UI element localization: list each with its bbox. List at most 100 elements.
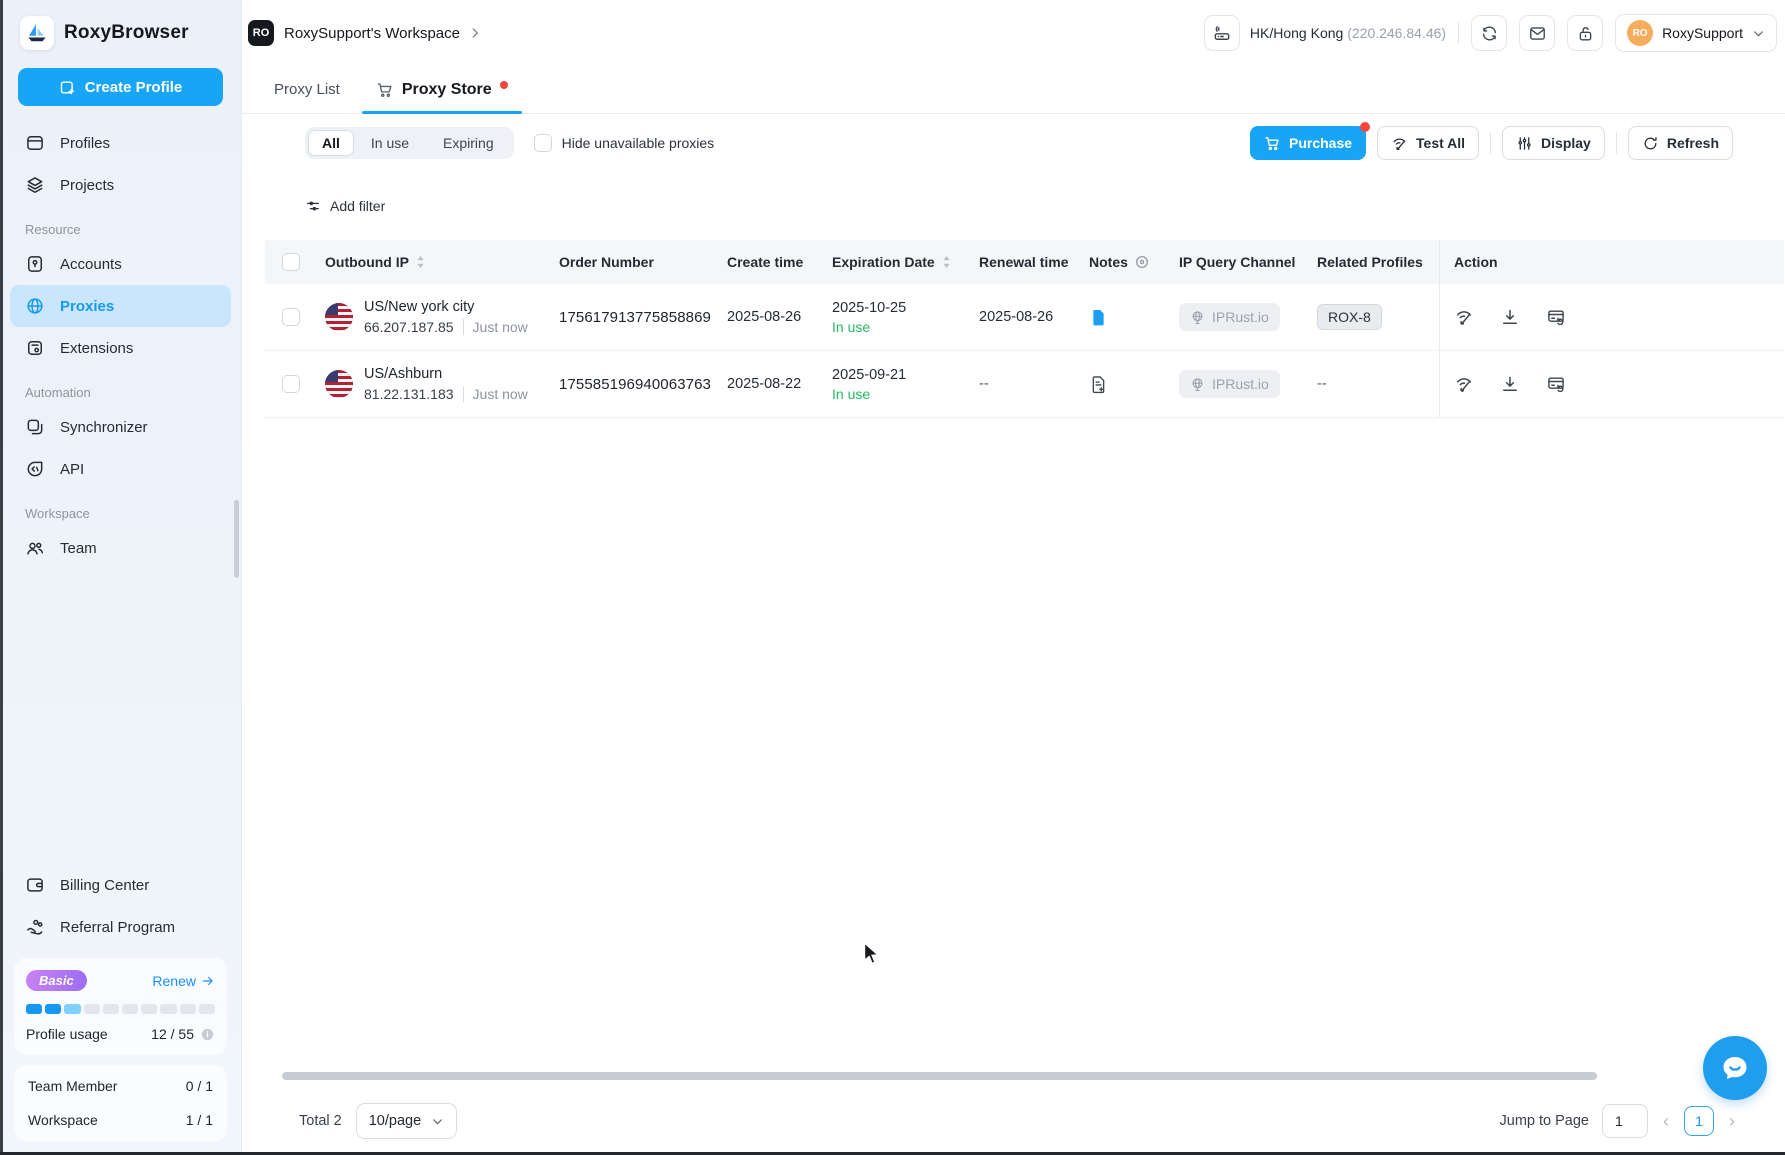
col-renewal-time: Renewal time xyxy=(979,254,1089,270)
renew-link[interactable]: Renew xyxy=(152,973,215,989)
proxy-table: Outbound IP Order Number Create time Exp… xyxy=(265,240,1784,418)
lock-button[interactable] xyxy=(1567,15,1603,51)
prev-page-chevron[interactable]: ‹ xyxy=(1661,1111,1671,1132)
segment-in-use[interactable]: In use xyxy=(354,130,426,156)
ip-query-channel-pill[interactable]: IPRust.io xyxy=(1179,303,1280,331)
proxy-latency: Just now xyxy=(463,319,528,335)
table-row[interactable]: US/Ashburn 81.22.131.183 Just now 175585… xyxy=(265,351,1784,418)
hide-unavailable-checkbox[interactable] xyxy=(534,134,552,152)
sort-icon[interactable] xyxy=(415,255,426,269)
note-filled-icon[interactable] xyxy=(1089,308,1108,327)
sidebar-item-synchronizer[interactable]: Synchronizer xyxy=(10,406,231,448)
network-router-button[interactable] xyxy=(1204,15,1240,51)
note-add-icon[interactable] xyxy=(1089,375,1108,394)
test-all-button[interactable]: Test All xyxy=(1377,126,1479,160)
col-expiration-date[interactable]: Expiration Date xyxy=(832,254,979,270)
test-speed-action-icon[interactable] xyxy=(1454,307,1474,327)
page-size-select[interactable]: 10/page xyxy=(356,1103,457,1139)
sidebar-item-accounts[interactable]: Accounts xyxy=(10,243,231,285)
mail-button[interactable] xyxy=(1519,15,1555,51)
sidebar-item-team[interactable]: Team xyxy=(10,527,231,569)
next-page-chevron[interactable]: › xyxy=(1727,1111,1737,1132)
divider xyxy=(1616,132,1617,154)
eye-toggle-icon[interactable] xyxy=(1134,254,1150,270)
proxy-location: US/New york city xyxy=(364,299,528,315)
info-icon xyxy=(200,1027,215,1042)
projects-icon xyxy=(25,175,45,195)
sidebar-item-profiles[interactable]: Profiles xyxy=(10,122,231,164)
app-title: RoxyBrowser xyxy=(64,22,189,44)
segment-expiring[interactable]: Expiring xyxy=(426,130,511,156)
col-create-time: Create time xyxy=(727,254,832,270)
test-speed-action-icon[interactable] xyxy=(1454,374,1474,394)
sidebar-item-extensions[interactable]: Extensions xyxy=(10,327,231,369)
page-1-button[interactable]: 1 xyxy=(1684,1106,1714,1136)
purchase-cart-icon xyxy=(1264,135,1281,152)
tab-proxy-list[interactable]: Proxy List xyxy=(274,66,340,113)
table-header: Outbound IP Order Number Create time Exp… xyxy=(265,240,1784,284)
section-automation: Automation xyxy=(10,369,231,406)
row-checkbox[interactable] xyxy=(282,308,300,326)
globe-icon xyxy=(1190,310,1205,325)
main-area: RO RoxySupport's Workspace HK/Hong Kong … xyxy=(242,0,1785,1155)
total-count: Total 2 xyxy=(299,1113,342,1129)
sidebar-item-projects[interactable]: Projects xyxy=(10,164,231,206)
expiration-date: 2025-10-25 xyxy=(832,300,906,316)
segment-all[interactable]: All xyxy=(308,130,354,156)
profile-usage-progressbar xyxy=(26,1004,215,1014)
related-profiles-empty: -- xyxy=(1317,376,1439,392)
logo-row: RoxyBrowser xyxy=(0,0,241,62)
current-ip-info: HK/Hong Kong (220.246.84.46) xyxy=(1250,25,1446,41)
profiles-icon xyxy=(25,133,45,153)
support-chat-button[interactable] xyxy=(1703,1036,1767,1100)
col-action: Action xyxy=(1439,240,1784,284)
sync-button[interactable] xyxy=(1471,15,1507,51)
select-all-checkbox[interactable] xyxy=(282,253,300,271)
sidebar-item-billing-center[interactable]: Billing Center xyxy=(10,864,231,906)
proxy-latency: Just now xyxy=(463,386,528,402)
renew-card-action-icon[interactable] xyxy=(1546,374,1566,394)
ip-query-channel-pill[interactable]: IPRust.io xyxy=(1179,370,1280,398)
accounts-icon xyxy=(25,254,45,274)
toolbar: Purchase Test All Display Refresh xyxy=(1250,126,1733,160)
refresh-button[interactable]: Refresh xyxy=(1628,126,1733,160)
create-profile-button[interactable]: Create Profile xyxy=(18,68,223,106)
profile-usage-value: 12 / 55 xyxy=(151,1026,194,1042)
renew-card-action-icon[interactable] xyxy=(1546,307,1566,327)
status-in-use: In use xyxy=(832,386,870,402)
horizontal-scrollbar[interactable] xyxy=(282,1072,1597,1080)
workspace-stats-card: Team Member 0 / 1 Workspace 1 / 1 xyxy=(14,1065,227,1141)
us-flag-icon xyxy=(325,303,353,331)
filter-icon xyxy=(305,198,321,214)
workspace-badge: RO xyxy=(248,20,274,46)
download-action-icon[interactable] xyxy=(1500,374,1520,394)
renewal-time: 2025-08-26 xyxy=(979,309,1089,325)
sidebar-item-api[interactable]: API xyxy=(10,448,231,490)
sidebar-scrollbar[interactable] xyxy=(234,500,239,578)
plan-card: Basic Renew Profile usage 12 / 55 xyxy=(14,958,227,1055)
cart-icon xyxy=(376,81,394,99)
related-profile-tag[interactable]: ROX-8 xyxy=(1317,304,1382,330)
pagination-bar: Total 2 10/page Jump to Page ‹ 1 › xyxy=(242,1090,1785,1152)
add-filter-button[interactable]: Add filter xyxy=(305,198,385,214)
tab-proxy-store[interactable]: Proxy Store xyxy=(362,66,522,113)
sidebar-item-referral-program[interactable]: Referral Program xyxy=(10,906,231,948)
sort-icon[interactable] xyxy=(941,255,952,269)
table-row[interactable]: US/New york city 66.207.187.85 Just now … xyxy=(265,284,1784,351)
globe-icon xyxy=(1190,377,1205,392)
jump-to-page-input[interactable] xyxy=(1602,1104,1648,1138)
workspace-name[interactable]: RoxySupport's Workspace xyxy=(284,25,460,42)
col-notes: Notes xyxy=(1089,254,1179,270)
purchase-button[interactable]: Purchase xyxy=(1250,126,1366,160)
speed-test-icon xyxy=(1391,135,1408,152)
display-button[interactable]: Display xyxy=(1502,126,1605,160)
row-checkbox[interactable] xyxy=(282,375,300,393)
chevron-right-icon[interactable] xyxy=(468,26,482,40)
jump-to-page-label: Jump to Page xyxy=(1500,1113,1589,1129)
download-action-icon[interactable] xyxy=(1500,307,1520,327)
col-outbound-ip[interactable]: Outbound IP xyxy=(325,254,559,270)
sidebar-item-proxies[interactable]: Proxies xyxy=(10,285,231,327)
team-icon xyxy=(25,538,45,558)
user-menu[interactable]: RO RoxySupport xyxy=(1615,14,1777,52)
roxybrowser-logo-icon xyxy=(20,16,54,50)
